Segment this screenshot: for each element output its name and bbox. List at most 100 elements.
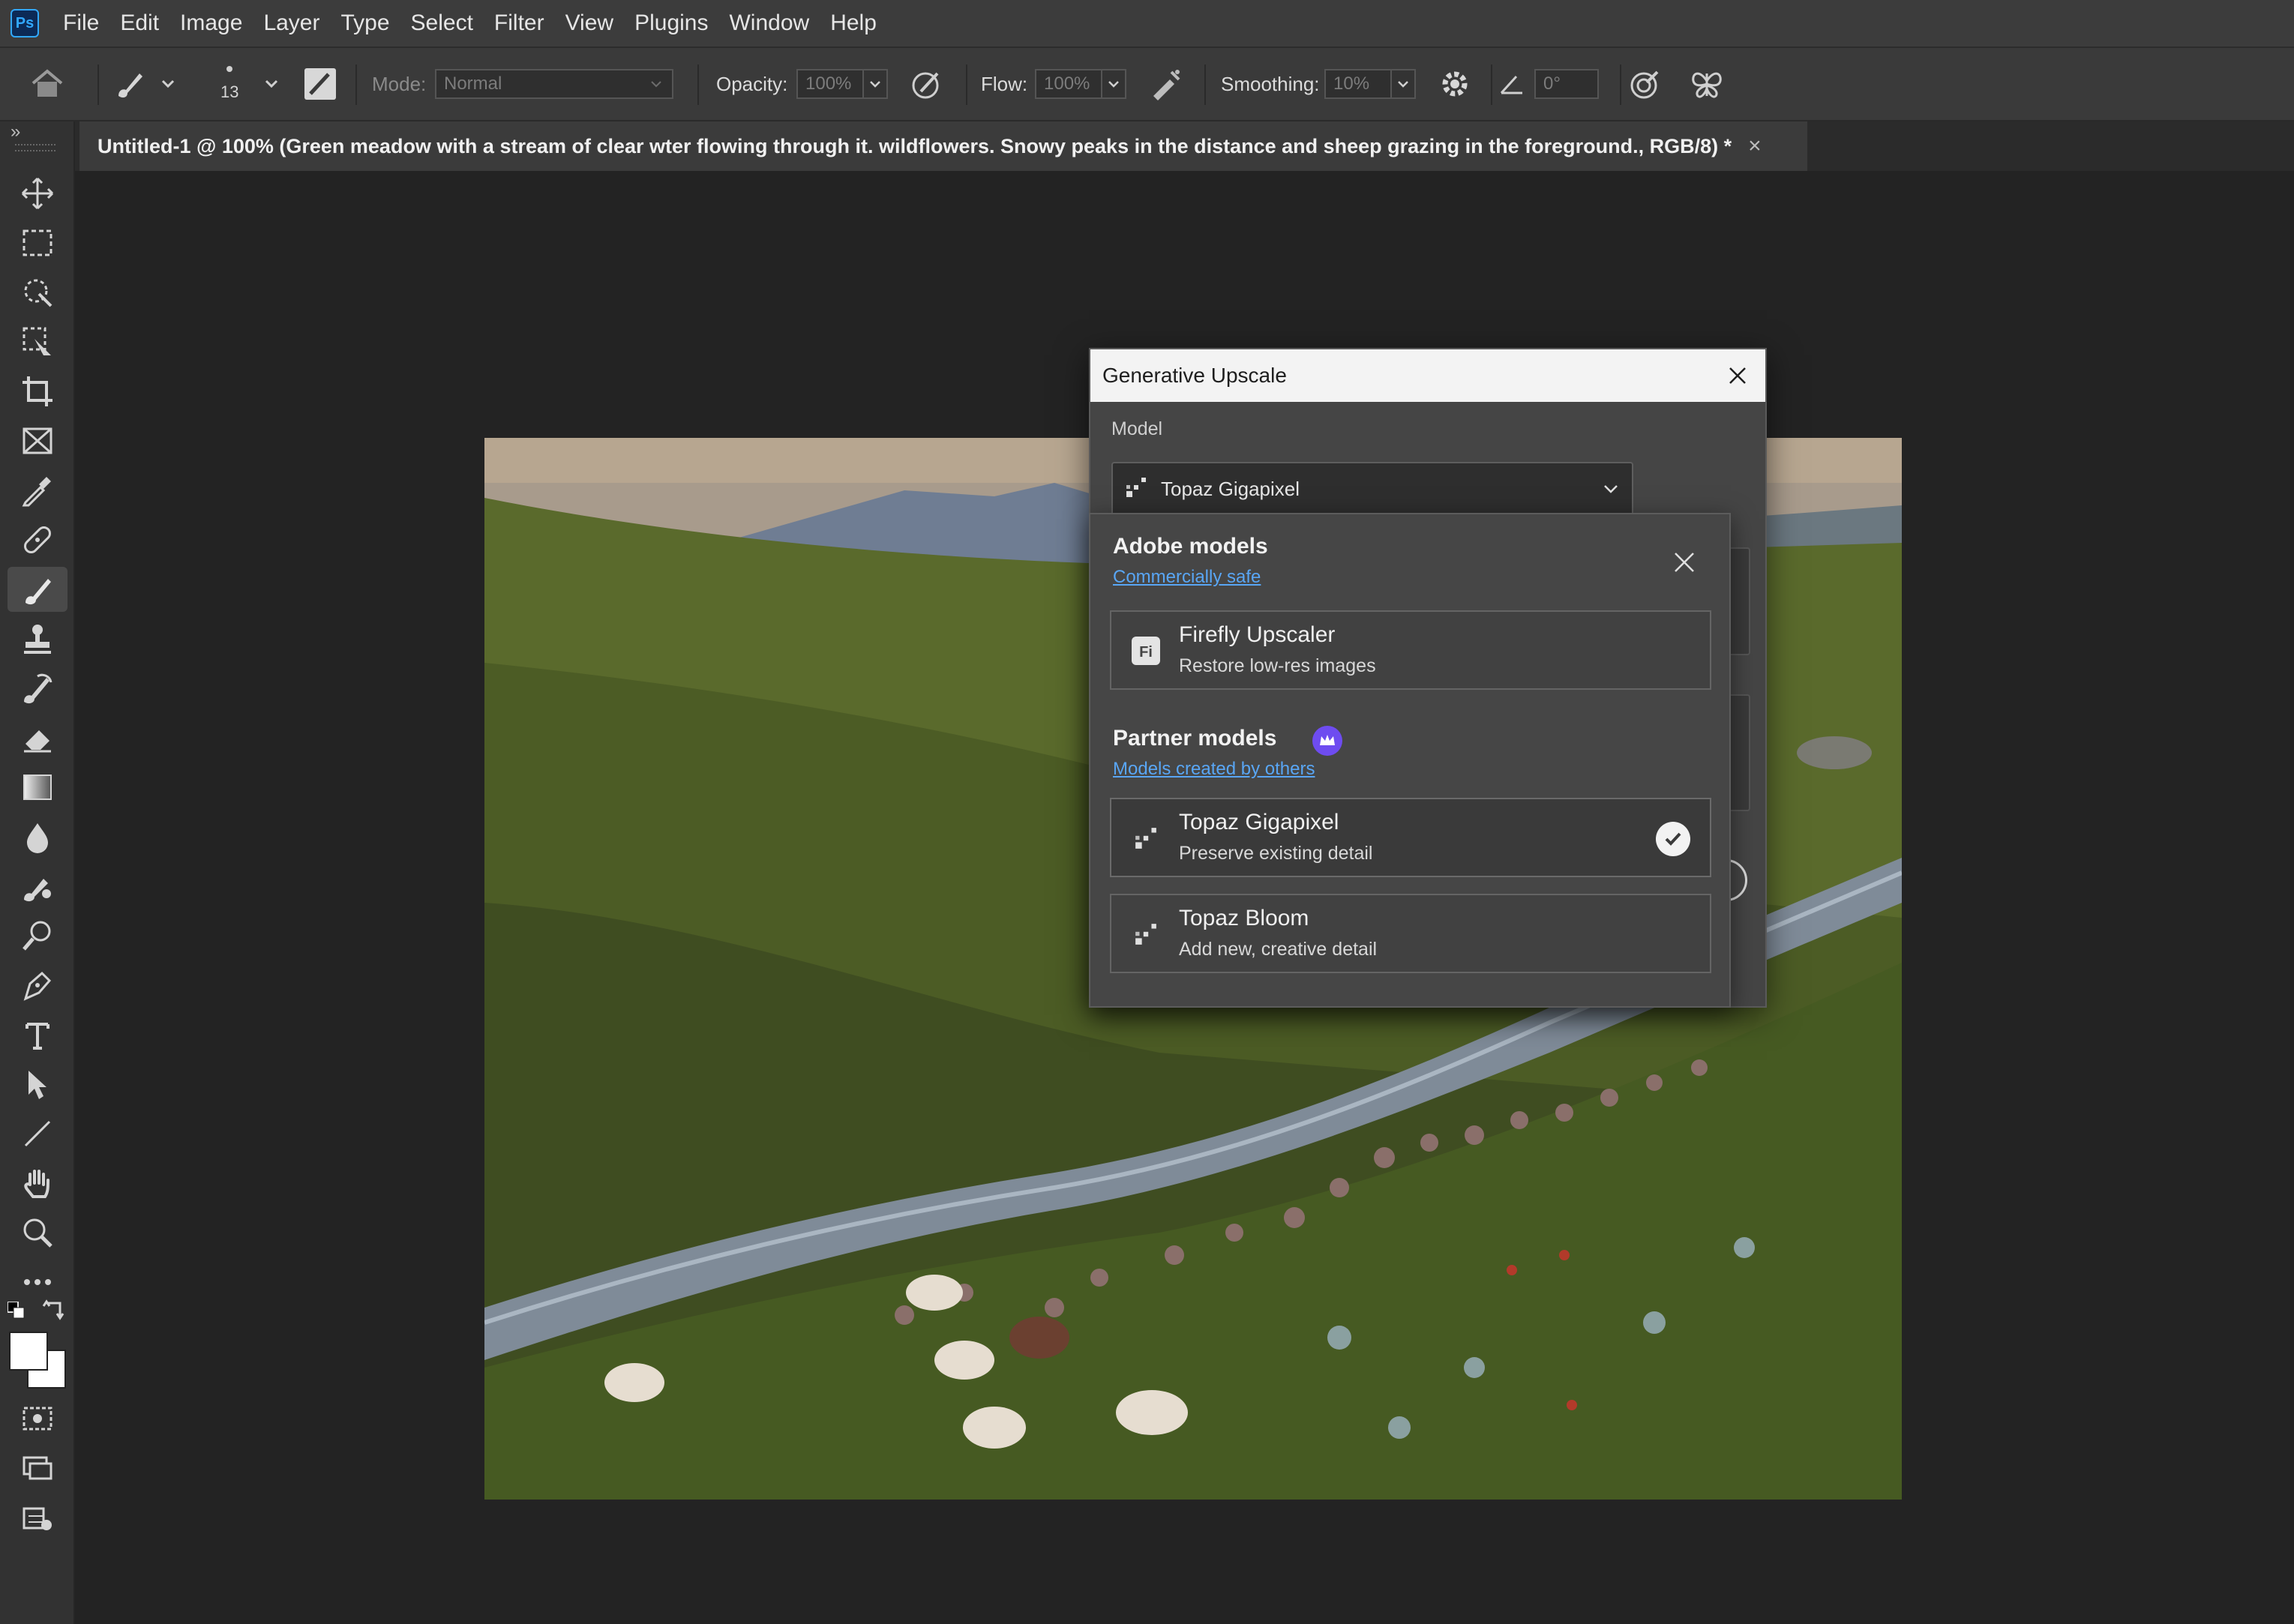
menu-help[interactable]: Help <box>820 10 887 36</box>
model-option-desc: Preserve existing detail <box>1179 843 1373 864</box>
angle-input[interactable]: 0° <box>1534 69 1599 99</box>
hand-tool-icon[interactable] <box>7 1161 67 1206</box>
mixer-brush-tool-icon[interactable] <box>7 864 67 909</box>
quick-mask-icon[interactable] <box>7 1396 67 1441</box>
menu-bar: Ps File Edit Image Layer Type Select Fil… <box>0 0 2294 46</box>
menu-type[interactable]: Type <box>330 10 400 36</box>
model-option-name: Firefly Upscaler <box>1179 622 1336 647</box>
model-option-name: Topaz Gigapixel <box>1179 810 1339 834</box>
flow-chevron-icon[interactable] <box>1101 69 1126 99</box>
document-tab-strip: Untitled-1 @ 100% (Green meadow with a s… <box>75 121 2294 171</box>
model-option-firefly-upscaler[interactable]: Fi Firefly Upscaler Restore low-res imag… <box>1110 610 1711 690</box>
screen-mode-icon[interactable] <box>7 1446 67 1491</box>
brush-size-picker[interactable]: 13 <box>220 48 238 120</box>
move-tool-icon[interactable] <box>7 171 67 216</box>
dodge-tool-icon[interactable] <box>7 913 67 958</box>
menu-edit[interactable]: Edit <box>109 10 169 36</box>
photoshop-logo-icon: Ps <box>10 9 39 37</box>
menu-image[interactable]: Image <box>169 10 253 36</box>
model-label: Model <box>1111 418 1163 439</box>
topaz-icon <box>1125 476 1147 502</box>
document-tab-title: Untitled-1 @ 100% (Green meadow with a s… <box>97 134 1732 157</box>
menu-file[interactable]: File <box>52 10 109 36</box>
brush-tool-preset-icon[interactable] <box>112 48 145 120</box>
commercially-safe-link[interactable]: Commercially safe <box>1113 567 1261 588</box>
eraser-tool-icon[interactable] <box>7 715 67 760</box>
brush-tool-icon[interactable] <box>7 567 67 612</box>
smoothing-label: Smoothing: <box>1221 72 1320 95</box>
crop-tool-icon[interactable] <box>7 369 67 414</box>
model-select[interactable]: Topaz Gigapixel <box>1111 462 1633 516</box>
opacity-input[interactable]: 100% <box>796 69 864 99</box>
checkmark-icon <box>1656 822 1690 856</box>
rectangular-marquee-tool-icon[interactable] <box>7 220 67 265</box>
pressure-size-icon[interactable] <box>1629 48 1662 120</box>
models-created-by-others-link[interactable]: Models created by others <box>1113 759 1315 780</box>
mode-chevron-icon <box>651 81 661 88</box>
edit-toolbar-icon[interactable] <box>7 1495 67 1540</box>
svg-text:Fi: Fi <box>1139 644 1153 661</box>
brush-settings-panel-icon[interactable] <box>303 48 337 120</box>
gradient-tool-icon[interactable] <box>7 765 67 810</box>
menu-layer[interactable]: Layer <box>253 10 330 36</box>
line-tool-icon[interactable] <box>7 1111 67 1156</box>
chevron-down-icon <box>1602 480 1620 502</box>
options-bar: 13 Mode: Normal Opacity: 100% Flow: 100%… <box>0 46 2294 121</box>
default-colors-icon[interactable] <box>7 1301 25 1320</box>
smoothing-chevron-icon[interactable] <box>1390 69 1416 99</box>
zoom-tool-icon[interactable] <box>7 1210 67 1255</box>
dialog-title: Generative Upscale <box>1102 364 1287 387</box>
pen-tool-icon[interactable] <box>7 963 67 1008</box>
flow-input[interactable]: 100% <box>1035 69 1102 99</box>
blur-tool-icon[interactable] <box>7 814 67 859</box>
mode-select[interactable]: Normal <box>435 69 673 99</box>
model-option-name: Topaz Bloom <box>1179 906 1309 930</box>
partner-models-heading: Partner models <box>1113 726 1277 751</box>
adobe-models-heading: Adobe models <box>1113 534 1268 559</box>
close-icon[interactable] <box>1669 547 1699 577</box>
type-tool-icon[interactable] <box>7 1012 67 1057</box>
model-option-topaz-gigapixel[interactable]: Topaz Gigapixel Preserve existing detail <box>1110 798 1711 877</box>
mode-value: Normal <box>444 73 502 94</box>
path-selection-tool-icon[interactable] <box>7 1062 67 1107</box>
pressure-opacity-icon[interactable] <box>910 48 943 120</box>
menu-select[interactable]: Select <box>400 10 484 36</box>
symmetry-butterfly-icon[interactable] <box>1689 48 1725 120</box>
history-brush-tool-icon[interactable] <box>7 666 67 711</box>
swap-colors-icon[interactable] <box>42 1299 64 1321</box>
model-option-desc: Add new, creative detail <box>1179 939 1378 960</box>
menu-filter[interactable]: Filter <box>484 10 555 36</box>
dialog-header: Generative Upscale <box>1090 349 1765 402</box>
opacity-label: Opacity: <box>716 72 788 95</box>
brush-angle-icon <box>1498 48 1525 120</box>
menu-view[interactable]: View <box>555 10 624 36</box>
clone-stamp-tool-icon[interactable] <box>7 616 67 661</box>
foreground-color-swatch[interactable] <box>9 1332 48 1371</box>
topaz-icon <box>1129 822 1162 855</box>
frame-tool-icon[interactable] <box>7 418 67 463</box>
tool-preset-chevron-icon[interactable] <box>160 48 175 120</box>
airbrush-icon[interactable] <box>1149 48 1183 120</box>
opacity-chevron-icon[interactable] <box>862 69 888 99</box>
smoothing-settings-gear-icon[interactable] <box>1438 48 1471 120</box>
eyedropper-tool-icon[interactable] <box>7 468 67 513</box>
panel-collapse-chevrons-icon[interactable]: » <box>10 121 20 142</box>
object-selection-tool-icon[interactable] <box>7 270 67 315</box>
firefly-icon: Fi <box>1129 634 1162 667</box>
model-option-topaz-bloom[interactable]: Topaz Bloom Add new, creative detail <box>1110 894 1711 973</box>
document-tab-close-button[interactable]: × <box>1748 133 1762 159</box>
selection-brush-tool-icon[interactable] <box>7 319 67 364</box>
flow-label: Flow: <box>981 72 1028 95</box>
brush-size-chevron-icon[interactable] <box>264 48 279 120</box>
brush-size-value: 13 <box>220 82 239 101</box>
home-icon[interactable] <box>30 48 64 120</box>
tools-panel: » <box>0 121 75 1624</box>
document-tab[interactable]: Untitled-1 @ 100% (Green meadow with a s… <box>79 121 1807 171</box>
smoothing-input[interactable]: 10% <box>1324 69 1392 99</box>
spot-healing-brush-tool-icon[interactable] <box>7 517 67 562</box>
more-tools-icon[interactable] <box>7 1260 67 1305</box>
menu-plugins[interactable]: Plugins <box>624 10 718 36</box>
menu-window[interactable]: Window <box>718 10 820 36</box>
panel-grip[interactable] <box>15 144 55 151</box>
dialog-close-icon[interactable] <box>1723 361 1752 390</box>
